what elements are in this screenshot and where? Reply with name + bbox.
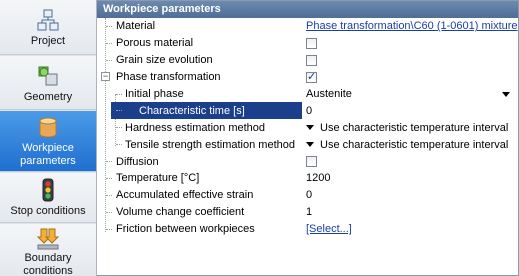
- grain-size-evolution-checkbox[interactable]: [306, 54, 317, 66]
- sidebar-item-label: Project: [30, 35, 66, 47]
- initial-phase-dropdown[interactable]: Austenite: [302, 86, 518, 103]
- workpiece-icon: [36, 116, 60, 140]
- property-name: Material: [116, 20, 156, 33]
- property-row-porous-material[interactable]: Porous material: [97, 35, 518, 52]
- panel-title: Workpiece parameters: [97, 1, 518, 18]
- property-row-diffusion[interactable]: Diffusion: [97, 153, 518, 170]
- volume-change-value[interactable]: 1: [306, 206, 312, 218]
- tensile-method-dropdown[interactable]: Use characteristic temperature interval: [302, 136, 518, 153]
- sidebar-item-stop-conditions[interactable]: Stop conditions: [0, 173, 96, 223]
- temperature-value[interactable]: 1200: [306, 172, 330, 184]
- property-name: Temperature [°C]: [116, 172, 200, 185]
- project-icon: [36, 8, 60, 32]
- sidebar-item-label-line2: parameters: [20, 155, 76, 167]
- sidebar-item-label: Geometry: [23, 91, 73, 103]
- property-row-characteristic-time[interactable]: Characteristic time [s] 0: [97, 102, 518, 120]
- sidebar-item-label: Boundary: [24, 252, 72, 264]
- hardness-method-dropdown[interactable]: Use characteristic temperature interval: [302, 119, 518, 136]
- porous-material-checkbox[interactable]: [306, 37, 317, 49]
- sidebar-item-geometry[interactable]: Geometry: [0, 56, 96, 110]
- property-row-initial-phase[interactable]: Initial phase Austenite: [97, 86, 518, 103]
- property-name: Tensile strength estimation method: [125, 138, 295, 151]
- property-name: Friction between workpieces: [116, 223, 255, 236]
- material-link[interactable]: Phase transformation\C60 (1-0601) mixtur…: [306, 20, 518, 32]
- workpiece-parameters-panel: Workpiece parameters Material Phase tran…: [97, 0, 519, 276]
- property-name: Hardness estimation method: [125, 121, 266, 134]
- property-name: Phase transformation: [116, 71, 221, 84]
- sidebar-item-label-line2: conditions: [23, 265, 73, 276]
- property-name: Porous material: [116, 37, 194, 50]
- characteristic-time-value[interactable]: 0: [306, 105, 312, 117]
- property-row-friction[interactable]: Friction between workpieces [Select...]: [97, 221, 518, 238]
- property-row-volume-change-coefficient[interactable]: Volume change coefficient 1: [97, 204, 518, 221]
- accumulated-strain-value[interactable]: 0: [306, 189, 312, 201]
- property-row-accumulated-strain[interactable]: Accumulated effective strain 0: [97, 187, 518, 204]
- expand-arrow-icon[interactable]: [306, 142, 314, 148]
- property-name: Characteristic time [s]: [111, 102, 302, 120]
- hardness-method-value: Use characteristic temperature interval: [320, 121, 509, 134]
- property-grid: Material Phase transformation\C60 (1-060…: [97, 18, 518, 238]
- property-row-phase-transformation[interactable]: − Phase transformation: [97, 69, 518, 86]
- sidebar-item-boundary-conditions[interactable]: Boundary conditions: [0, 224, 96, 276]
- property-name: Diffusion: [116, 155, 159, 168]
- property-row-hardness-estimation[interactable]: Hardness estimation method Use character…: [97, 119, 518, 136]
- property-row-grain-size-evolution[interactable]: Grain size evolution: [97, 52, 518, 69]
- property-row-temperature[interactable]: Temperature [°C] 1200: [97, 170, 518, 187]
- geometry-icon: [36, 64, 60, 88]
- chevron-down-icon[interactable]: [502, 91, 510, 97]
- sidebar-item-workpiece-parameters[interactable]: Workpiece parameters: [0, 111, 96, 172]
- property-name: Volume change coefficient: [116, 206, 245, 219]
- tensile-method-value: Use characteristic temperature interval: [320, 138, 509, 151]
- sidebar: Project Geometry Workpiece parameters St…: [0, 0, 97, 276]
- friction-select-link[interactable]: [Select...]: [306, 223, 352, 235]
- expand-arrow-icon[interactable]: [306, 125, 314, 131]
- property-name: Initial phase: [125, 88, 184, 100]
- sidebar-item-project[interactable]: Project: [0, 0, 96, 55]
- tree-connector: [116, 110, 122, 112]
- sidebar-item-label: Stop conditions: [10, 205, 86, 217]
- diffusion-checkbox[interactable]: [306, 156, 317, 168]
- property-row-tensile-strength-estimation[interactable]: Tensile strength estimation method Use c…: [97, 136, 518, 153]
- boundary-icon: [36, 227, 60, 251]
- traffic-light-icon: [36, 178, 60, 202]
- initial-phase-value: Austenite: [306, 88, 352, 100]
- phase-transformation-checkbox[interactable]: [306, 70, 317, 83]
- sidebar-item-label: Workpiece: [22, 142, 74, 154]
- property-name: Accumulated effective strain: [116, 189, 254, 202]
- property-row-material[interactable]: Material Phase transformation\C60 (1-060…: [97, 18, 518, 35]
- property-name: Grain size evolution: [116, 54, 213, 67]
